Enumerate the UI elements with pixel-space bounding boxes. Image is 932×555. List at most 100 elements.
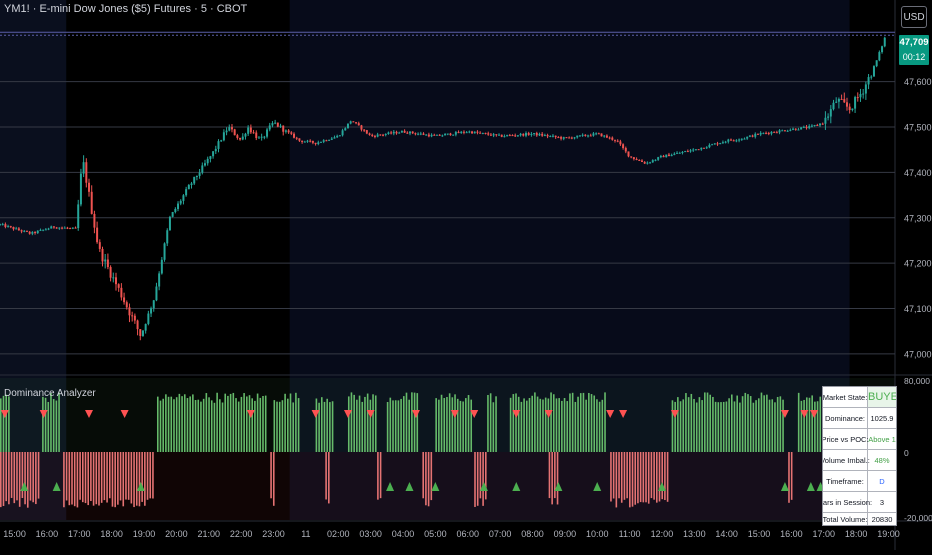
buy-volume-bar [295,392,297,452]
buy-volume-bar [438,399,440,452]
buy-volume-bar [186,398,189,452]
candle-body [603,135,606,137]
sell-volume-bar [551,452,553,505]
sell-volume-bar [18,452,21,507]
buy-volume-bar [216,392,218,452]
buy-volume-bar [219,399,221,452]
buy-volume-bar [227,395,229,452]
candle-body [508,135,511,137]
buy-volume-bar [262,395,264,452]
sell-volume-bar [664,452,666,501]
candle-body [441,135,444,137]
candle-body [471,131,474,134]
currency-button[interactable]: USD [901,6,927,28]
sell-volume-bar [84,452,87,504]
buy-volume-bar [162,398,164,452]
candle-body [832,102,835,110]
candle-body [727,139,730,142]
candle-body [692,149,695,151]
buy-volume-bar [374,395,377,452]
time-tick-label: 12:00 [651,529,674,539]
candle-body [808,126,811,129]
candle-body [44,229,47,231]
candle-body [568,137,571,139]
buy-volume-bar [156,396,159,452]
sell-volume-bar [656,452,658,503]
candle-body [843,99,846,103]
candle-body [179,200,182,204]
candle-body [414,133,417,135]
buy-volume-bar [454,394,456,452]
buy-volume-bar [814,401,816,452]
candle-body [147,313,150,324]
candle-body [819,123,822,126]
candle-body [25,230,28,232]
buy-volume-bar [189,396,191,452]
buy-volume-bar [709,394,712,452]
candle-body [878,52,881,61]
candle-body [864,84,867,94]
candle-body [786,130,789,132]
candle-body [206,158,209,164]
buy-volume-bar [259,397,262,452]
buy-volume-bar [248,395,251,452]
sell-volume-bar [82,452,84,503]
candle-body [479,132,482,134]
candle-body [28,231,31,234]
candle-body [684,151,687,153]
sell-volume-bar [90,452,92,502]
candle-body [495,134,498,136]
buy-volume-bar [725,401,728,452]
buy-volume-bar [736,395,738,452]
chart-canvas[interactable]: 47,000 47,100 47,200 47,300 47,400 47,500 47,6… [0,0,932,550]
candle-body [468,131,471,133]
candle-body [222,132,225,141]
buy-volume-bar [273,400,276,452]
buy-volume-bar [205,393,208,452]
market-state-value: BUYERS [868,387,896,407]
buy-volume-bar [159,400,162,452]
candle-body [794,128,797,130]
sell-volume-bar [79,452,81,500]
candle-body [7,226,10,228]
bar-countdown: 00:12 [902,52,926,62]
buy-volume-bar [235,398,237,452]
table-key: Timeframe: [823,471,868,491]
indicator-title[interactable]: Dominance Analyzer [4,388,96,399]
symbol-title[interactable]: YM1! · E-mini Dow Jones ($5) Futures · 5… [4,3,247,15]
buy-volume-bar [416,393,419,452]
candle-body [257,137,260,139]
candle-body [454,132,457,135]
candle-body [355,122,358,124]
buy-volume-bar [389,397,392,452]
candle-body [444,134,447,136]
candle-body [85,162,88,183]
time-tick-label: 14:00 [715,529,738,539]
candle-body [279,125,282,127]
buy-volume-bar [58,392,60,452]
candle-body [732,140,735,142]
buy-volume-bar [528,398,531,452]
buy-volume-bar [254,400,256,452]
candle-body [260,136,263,138]
price-tick-label: 47,500 [904,123,932,133]
sell-volume-bar [377,452,379,500]
time-tick-label: 15:00 [748,529,771,539]
candle-body [42,229,45,231]
candle-body [605,135,608,138]
candle-body [66,227,69,229]
buy-volume-bar [175,397,178,452]
candle-body [570,137,573,139]
buy-volume-bar [315,398,318,452]
candle-body [587,135,590,137]
dominance-value: 1025.9 [870,413,894,423]
buy-volume-bar [210,400,213,452]
buy-volume-bar [717,402,720,452]
candle-body [535,133,538,136]
sell-volume-bar [141,452,143,502]
candle-body [4,224,7,227]
candle-body [686,151,689,153]
buy-volume-bar [512,394,515,452]
candle-body [295,137,298,139]
candle-body [729,139,732,141]
